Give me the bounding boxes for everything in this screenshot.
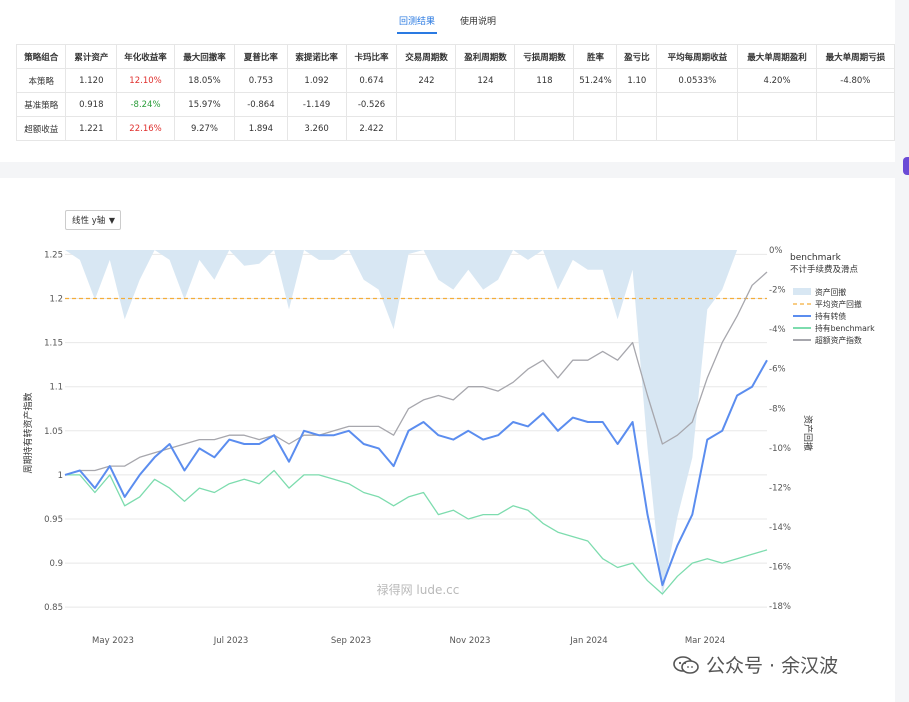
y-right-axis-title: 资产回撤 <box>802 415 814 451</box>
dropdown-arrow-icon: ▼ <box>108 216 115 225</box>
wechat-icon <box>673 655 699 674</box>
legend-item-label: 资产回撤 <box>815 287 846 297</box>
x-tick-label: Mar 2024 <box>685 636 725 646</box>
x-tick-label: May 2023 <box>92 636 134 646</box>
y-right-tick-label: -12% <box>769 483 791 493</box>
legend-title: benchmark <box>790 253 842 263</box>
y-left-tick-label: 1 <box>58 471 63 481</box>
x-tick-label: Jan 2024 <box>569 636 607 646</box>
watermark-brand: 公众号 · 余汉波 <box>672 651 838 678</box>
legend-subtitle: 不计手续费及滑点 <box>790 264 859 275</box>
y-left-tick-label: 1.15 <box>44 339 63 349</box>
y-left-tick-label: 1.05 <box>44 427 63 437</box>
legend-item-label: 持有转债 <box>815 311 846 321</box>
y-right-tick-label: -14% <box>769 523 791 533</box>
y-right-tick-label: -4% <box>769 325 786 335</box>
y-left-tick-label: 1.2 <box>49 295 63 305</box>
y-left-tick-label: 0.9 <box>49 559 63 569</box>
y-axis-scale-label: 线性 y轴 <box>72 216 106 226</box>
watermark-center: 禄得网 lude.cc <box>377 582 460 597</box>
y-left-tick-label: 1.25 <box>44 250 63 260</box>
legend-swatch <box>793 288 811 295</box>
y-right-tick-label: -10% <box>769 444 791 454</box>
y-right-tick-label: -2% <box>769 286 786 296</box>
x-tick-label: Jul 2023 <box>213 636 249 646</box>
y-left-tick-label: 0.85 <box>44 603 63 613</box>
y-left-tick-label: 1.1 <box>49 383 63 393</box>
drawdown-area <box>65 250 767 597</box>
y-left-tick-label: 0.95 <box>44 515 63 525</box>
legend-item-label: 持有benchmark <box>815 323 875 333</box>
backtest-chart: 0.85 0.9 0.95 1 1.05 1.1 1.15 1.2 1.25 0% -2% -4% -6… <box>22 246 875 646</box>
x-tick-label: Nov 2023 <box>450 636 491 646</box>
y-right-tick-label: -16% <box>769 563 791 573</box>
watermark-brand-text: 公众号 · 余汉波 <box>706 655 839 677</box>
y-right-tick-label: 0% <box>769 246 783 256</box>
y-left-axis-title: 周期持有转资产指数 <box>22 392 34 473</box>
y-right-tick-label: -18% <box>769 602 791 612</box>
y-axis-scale-select[interactable]: 线性 y轴 ▼ <box>65 210 121 230</box>
y-right-tick-label: -6% <box>769 365 786 375</box>
legend-item-label: 超额资产指数 <box>815 335 862 345</box>
y-right-tick-label: -8% <box>769 404 786 414</box>
legend-item-label: 平均资产回撤 <box>815 299 862 309</box>
x-tick-label: Sep 2023 <box>331 636 371 646</box>
